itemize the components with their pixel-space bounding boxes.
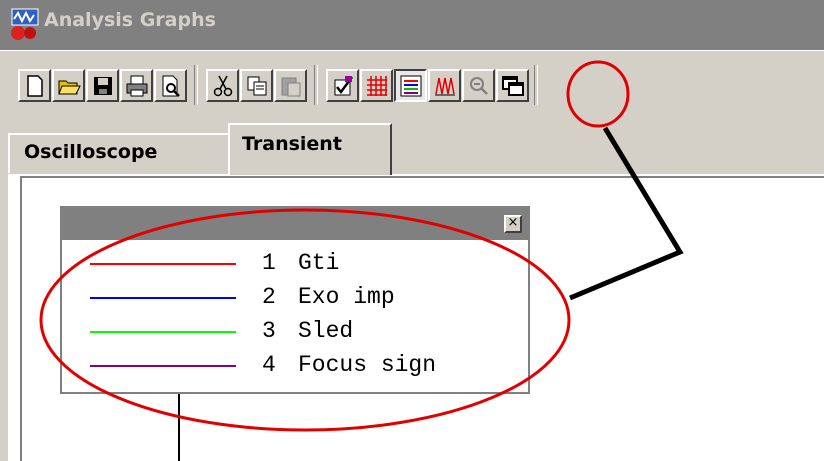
- legend-entry: 2 Exo imp: [62, 282, 528, 314]
- legend-button[interactable]: [394, 69, 427, 102]
- analysis-app-icon: [11, 8, 39, 40]
- legend-line-swatch: [90, 263, 236, 265]
- tab-oscilloscope[interactable]: Oscilloscope: [8, 133, 230, 173]
- close-icon[interactable]: ×: [504, 215, 522, 233]
- print-preview-button[interactable]: [154, 69, 187, 102]
- legend-entry: 4 Focus sign: [62, 350, 528, 382]
- toolbar-separator: [194, 65, 198, 105]
- paste-button[interactable]: [274, 69, 307, 102]
- grid-icon: [367, 76, 387, 96]
- zoom-out-icon: [470, 77, 488, 95]
- tab-transient[interactable]: Transient: [228, 123, 392, 175]
- window-title: Analysis Graphs: [44, 9, 216, 31]
- legend-entry-name: Gti: [298, 250, 340, 276]
- toolbar: [0, 50, 824, 116]
- overlay-windows-icon: [502, 76, 524, 96]
- legend-entry-number: 1: [262, 250, 276, 276]
- zoom-out-button[interactable]: [462, 69, 495, 102]
- waveform-button[interactable]: [428, 69, 461, 102]
- waveform-icon: [435, 77, 455, 96]
- legend-entry-number: 2: [262, 284, 276, 310]
- legend-entry-number: 3: [262, 318, 276, 344]
- legend-window[interactable]: × 1 Gti 2 Exo imp 3 Sled 4 Focus sign: [60, 206, 530, 394]
- new-document-icon: [27, 75, 43, 97]
- legend-entry: 1 Gti: [62, 248, 528, 280]
- legend-entry-name: Sled: [298, 318, 354, 344]
- toolbar-separator: [534, 65, 538, 105]
- toolbar-separator: [314, 65, 318, 105]
- legend-entry-number: 4: [262, 352, 276, 378]
- copy-button[interactable]: [240, 69, 273, 102]
- legend-line-swatch: [90, 331, 236, 333]
- cut-button[interactable]: [206, 69, 239, 102]
- new-document-button[interactable]: [18, 69, 51, 102]
- legend-icon: [400, 75, 422, 97]
- title-bar: Analysis Graphs: [0, 0, 824, 50]
- save-button[interactable]: [86, 69, 119, 102]
- grid-button[interactable]: [360, 69, 393, 102]
- legend-title-bar[interactable]: ×: [62, 208, 528, 240]
- legend-line-swatch: [90, 297, 236, 299]
- legend-entry: 3 Sled: [62, 316, 528, 348]
- properties-check-icon: [334, 76, 354, 96]
- save-disk-icon: [94, 77, 112, 95]
- tab-strip: Oscilloscope Transient: [0, 115, 824, 175]
- overlay-windows-button[interactable]: [496, 69, 529, 102]
- legend-entry-name: Focus sign: [298, 352, 437, 378]
- open-button[interactable]: [52, 69, 85, 102]
- paste-icon: [281, 77, 301, 97]
- print-icon: [126, 75, 148, 97]
- legend-line-swatch: [90, 365, 236, 367]
- properties-button[interactable]: [326, 69, 359, 102]
- print-button[interactable]: [120, 69, 153, 102]
- print-preview-icon: [162, 75, 180, 97]
- legend-entry-name: Exo imp: [298, 284, 395, 310]
- open-folder-icon: [58, 80, 81, 95]
- cut-icon: [213, 75, 233, 97]
- copy-icon: [247, 76, 267, 96]
